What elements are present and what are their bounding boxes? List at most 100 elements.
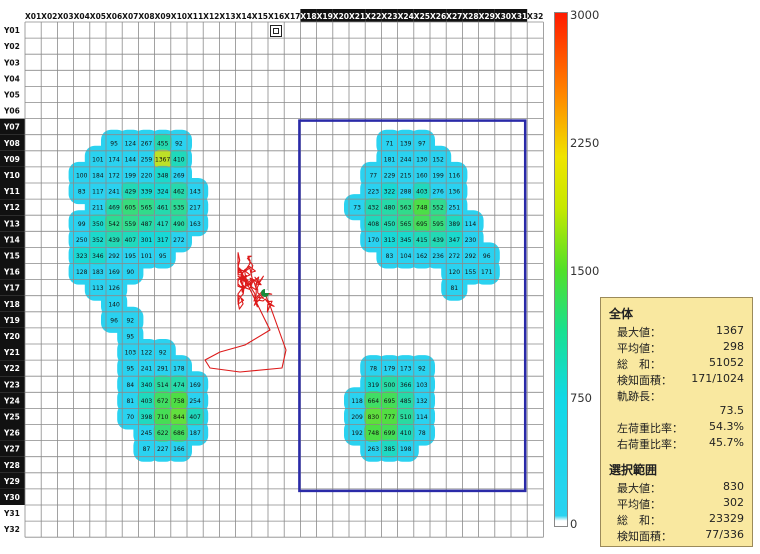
cell-value: 143 — [189, 189, 201, 196]
cell-value: 171 — [481, 269, 493, 276]
trajectory-path — [204, 252, 287, 373]
cell-value: 116 — [449, 172, 461, 179]
cell-value: 199 — [432, 172, 444, 179]
cell-value: 322 — [384, 189, 396, 196]
cell-value: 450 — [384, 221, 396, 228]
cell-value: 429 — [125, 189, 137, 196]
row-label: Y28 — [3, 461, 20, 470]
row-label: Y21 — [3, 348, 20, 357]
cell-value: 90 — [126, 269, 134, 276]
row-label: Y11 — [3, 187, 20, 196]
cell-value: 215 — [400, 172, 412, 179]
cell-value: 162 — [416, 253, 428, 260]
cell-value: 291 — [157, 366, 169, 373]
cell-value: 288 — [400, 189, 412, 196]
column-label: X05 — [90, 12, 106, 21]
cell-value: 220 — [141, 172, 153, 179]
cell-value: 348 — [157, 172, 169, 179]
column-label: X28 — [462, 12, 478, 21]
row-label: Y06 — [3, 107, 20, 116]
cell-value: 389 — [449, 221, 461, 228]
cell-value: 461 — [157, 205, 169, 212]
cell-value: 417 — [157, 221, 169, 228]
cell-value: 95 — [110, 140, 118, 147]
overall-area-label: 検知面積： — [617, 374, 672, 387]
row-label: Y27 — [3, 445, 20, 454]
row-label: Y20 — [3, 332, 20, 341]
cell-value: 292 — [465, 253, 477, 260]
cell-value: 432 — [368, 205, 380, 212]
overall-avg-value: 298 — [723, 340, 744, 353]
row-label: Y19 — [3, 316, 20, 325]
cell-value: 323 — [76, 253, 88, 260]
column-label: X30 — [495, 12, 511, 21]
row-label: Y16 — [3, 268, 20, 277]
cell-value: 263 — [368, 446, 380, 453]
selection-area-label: 検知面積： — [617, 530, 672, 543]
cell-value: 455 — [157, 140, 169, 147]
cell-value: 398 — [141, 414, 153, 421]
row-label: Y17 — [3, 284, 20, 293]
overall-left-value: 54.3% — [709, 420, 744, 433]
column-label: X24 — [398, 12, 414, 21]
view-toggle-button[interactable] — [270, 25, 282, 37]
selection-sum-label: 総 和： — [617, 514, 661, 527]
cell-value: 83 — [386, 253, 394, 260]
cell-value: 408 — [368, 221, 380, 228]
cell-value: 223 — [368, 189, 380, 196]
cell-value: 100 — [76, 172, 88, 179]
row-label: Y10 — [3, 171, 20, 180]
cell-value: 695 — [384, 398, 396, 405]
row-label: Y23 — [3, 380, 20, 389]
column-label: X04 — [74, 12, 90, 21]
cell-value: 229 — [384, 172, 396, 179]
cell-value: 301 — [141, 237, 153, 244]
overall-trail-value: 73.5 — [719, 404, 745, 417]
row-label: Y31 — [3, 509, 20, 518]
row-label: Y32 — [3, 525, 20, 534]
cell-value: 163 — [189, 221, 201, 228]
cell-value: 95 — [126, 333, 134, 340]
overall-title: 全体 — [609, 307, 634, 321]
row-label: Y12 — [3, 203, 20, 212]
cell-value: 758 — [173, 398, 185, 405]
row-label: Y02 — [3, 42, 20, 51]
cell-value: 101 — [92, 156, 104, 163]
cell-value: 439 — [432, 237, 444, 244]
cell-value: 114 — [465, 221, 477, 228]
row-label: Y30 — [3, 493, 20, 502]
column-label: X14 — [236, 12, 252, 21]
pressure-grid[interactable]: X01 X02 X03 X04 X05 X06 X07 X08 X09 X10 X11 X12 X13 X… — [0, 0, 545, 554]
row-label: Y01 — [3, 26, 20, 35]
cell-value: 748 — [416, 205, 428, 212]
cell-value: 244 — [400, 156, 412, 163]
cell-value: 267 — [141, 140, 153, 147]
cell-value: 99 — [78, 221, 86, 228]
column-label: X25 — [414, 12, 430, 21]
cell-value: 272 — [173, 237, 185, 244]
cell-value: 403 — [416, 189, 428, 196]
cell-value: 407 — [125, 237, 137, 244]
column-label: X02 — [41, 12, 57, 21]
row-label: Y22 — [3, 364, 20, 373]
cell-value: 245 — [141, 430, 153, 437]
cell-value: 103 — [125, 350, 137, 357]
cell-value: 559 — [125, 221, 137, 228]
cell-value: 622 — [157, 430, 169, 437]
cell-value: 92 — [126, 317, 134, 324]
pressure-grid-panel[interactable]: X01 X02 X03 X04 X05 X06 X07 X08 X09 X10 X11 X12 X13 X… — [0, 0, 545, 554]
row-label: Y04 — [3, 74, 20, 83]
column-label: X32 — [527, 12, 543, 21]
cell-value: 178 — [173, 366, 185, 373]
cell-value: 346 — [92, 253, 104, 260]
cell-value: 514 — [157, 382, 169, 389]
cell-value: 319 — [368, 382, 380, 389]
overall-trail-label: 軌跡長： — [617, 390, 661, 403]
cell-value: 92 — [159, 350, 167, 357]
column-label: X27 — [446, 12, 462, 21]
column-label: X08 — [138, 12, 154, 21]
column-label: X20 — [333, 12, 349, 21]
column-label: X10 — [171, 12, 187, 21]
cell-value: 77 — [369, 172, 377, 179]
column-label: X11 — [187, 12, 203, 21]
